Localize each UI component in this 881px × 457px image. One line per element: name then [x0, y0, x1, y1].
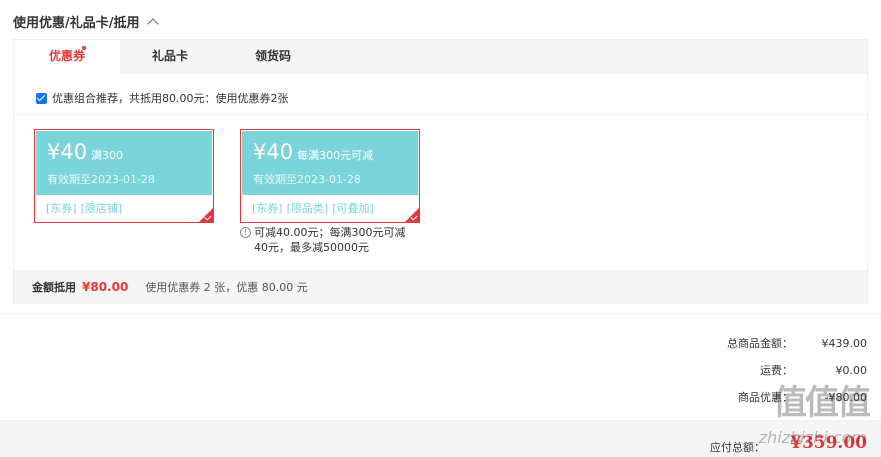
- total-label: 总商品金额：: [727, 337, 793, 350]
- coupon-tag: [限店铺]: [80, 202, 123, 215]
- combo-text: 优惠组合推荐，共抵用80.00元：使用优惠券2张: [52, 92, 289, 105]
- coupon-top: ¥40 每满300元可减 有效期至2023-01-28: [242, 131, 418, 195]
- coupon-tag: [东券]: [46, 202, 77, 215]
- watermark-logo: 值值值: [773, 383, 871, 423]
- tab-label: 优惠券: [48, 49, 85, 63]
- total-row: 总商品金额： ¥439.00: [673, 337, 867, 364]
- section-title-text: 使用优惠/礼品卡/抵用: [13, 16, 140, 31]
- tab-bar: 优惠券 礼品卡 领货码: [14, 40, 867, 75]
- coupon-note-text: 可减40.00元；每满300元可减40元，最多减50000元: [254, 226, 406, 254]
- coupon-tag: [限品类]: [286, 202, 329, 215]
- coupon-note: ! 可减40.00元；每满300元可减40元，最多减50000元: [240, 225, 415, 255]
- new-dot-icon: [82, 46, 86, 50]
- combo-checkbox[interactable]: [36, 92, 47, 104]
- coupon-condition: 满300: [91, 149, 124, 162]
- coupon-amount-value: ¥40: [253, 140, 294, 164]
- coupon-top: ¥40 满300 有效期至2023-01-28: [36, 131, 212, 195]
- tab-redeem-code[interactable]: 领货码: [220, 40, 326, 74]
- summary-label: 金额抵用: [32, 281, 76, 294]
- coupon-tag: [可叠加]: [332, 202, 374, 215]
- tab-gift-card[interactable]: 礼品卡: [120, 40, 220, 74]
- discount-summary: 金额抵用 ¥80.00 使用优惠券 2 张，优惠 80.00 元: [14, 270, 867, 304]
- coupon-amount-value: ¥40: [47, 140, 88, 164]
- total-value: ¥439.00: [821, 337, 868, 350]
- tab-coupons[interactable]: 优惠券: [14, 40, 120, 75]
- divider: [14, 114, 867, 115]
- divider: [0, 313, 881, 314]
- coupon-tags: [东券] [限品类] [可叠加]: [252, 200, 378, 216]
- info-icon: !: [240, 227, 251, 238]
- coupon-tag: [东券]: [252, 202, 283, 215]
- coupon-valid-date: 有效期至2023-01-28: [253, 173, 361, 186]
- coupon-panel: 优惠券 礼品卡 领货码 优惠组合推荐，共抵用80.00元：使用优惠券2张 ¥40…: [13, 39, 868, 304]
- pay-label: 应付总额：: [710, 441, 765, 454]
- coupon-tags: [东券] [限店铺]: [46, 200, 126, 216]
- coupon-amount: ¥40 满300: [47, 139, 123, 169]
- coupon-amount: ¥40 每满300元可减: [253, 139, 373, 169]
- watermark-url: zhizhizhi.com: [758, 428, 867, 447]
- payment-footer: 应付总额： ¥359.00: [0, 420, 881, 457]
- chevron-up-icon[interactable]: [146, 17, 159, 30]
- coupon-valid-date: 有效期至2023-01-28: [47, 173, 155, 186]
- tab-label: 礼品卡: [151, 49, 188, 63]
- combo-recommend-row[interactable]: 优惠组合推荐，共抵用80.00元：使用优惠券2张: [36, 90, 289, 106]
- coupon-condition: 每满300元可减: [297, 149, 374, 162]
- section-title[interactable]: 使用优惠/礼品卡/抵用: [13, 12, 159, 31]
- coupon-card[interactable]: ¥40 每满300元可减 有效期至2023-01-28 [东券] [限品类] [可叠加…: [240, 129, 420, 223]
- summary-amount: ¥80.00: [82, 280, 129, 294]
- summary-desc: 使用优惠券 2 张，优惠 80.00 元: [145, 281, 308, 294]
- tab-label: 领货码: [254, 49, 291, 63]
- coupon-card[interactable]: ¥40 满300 有效期至2023-01-28 [东券] [限店铺]: [34, 129, 214, 223]
